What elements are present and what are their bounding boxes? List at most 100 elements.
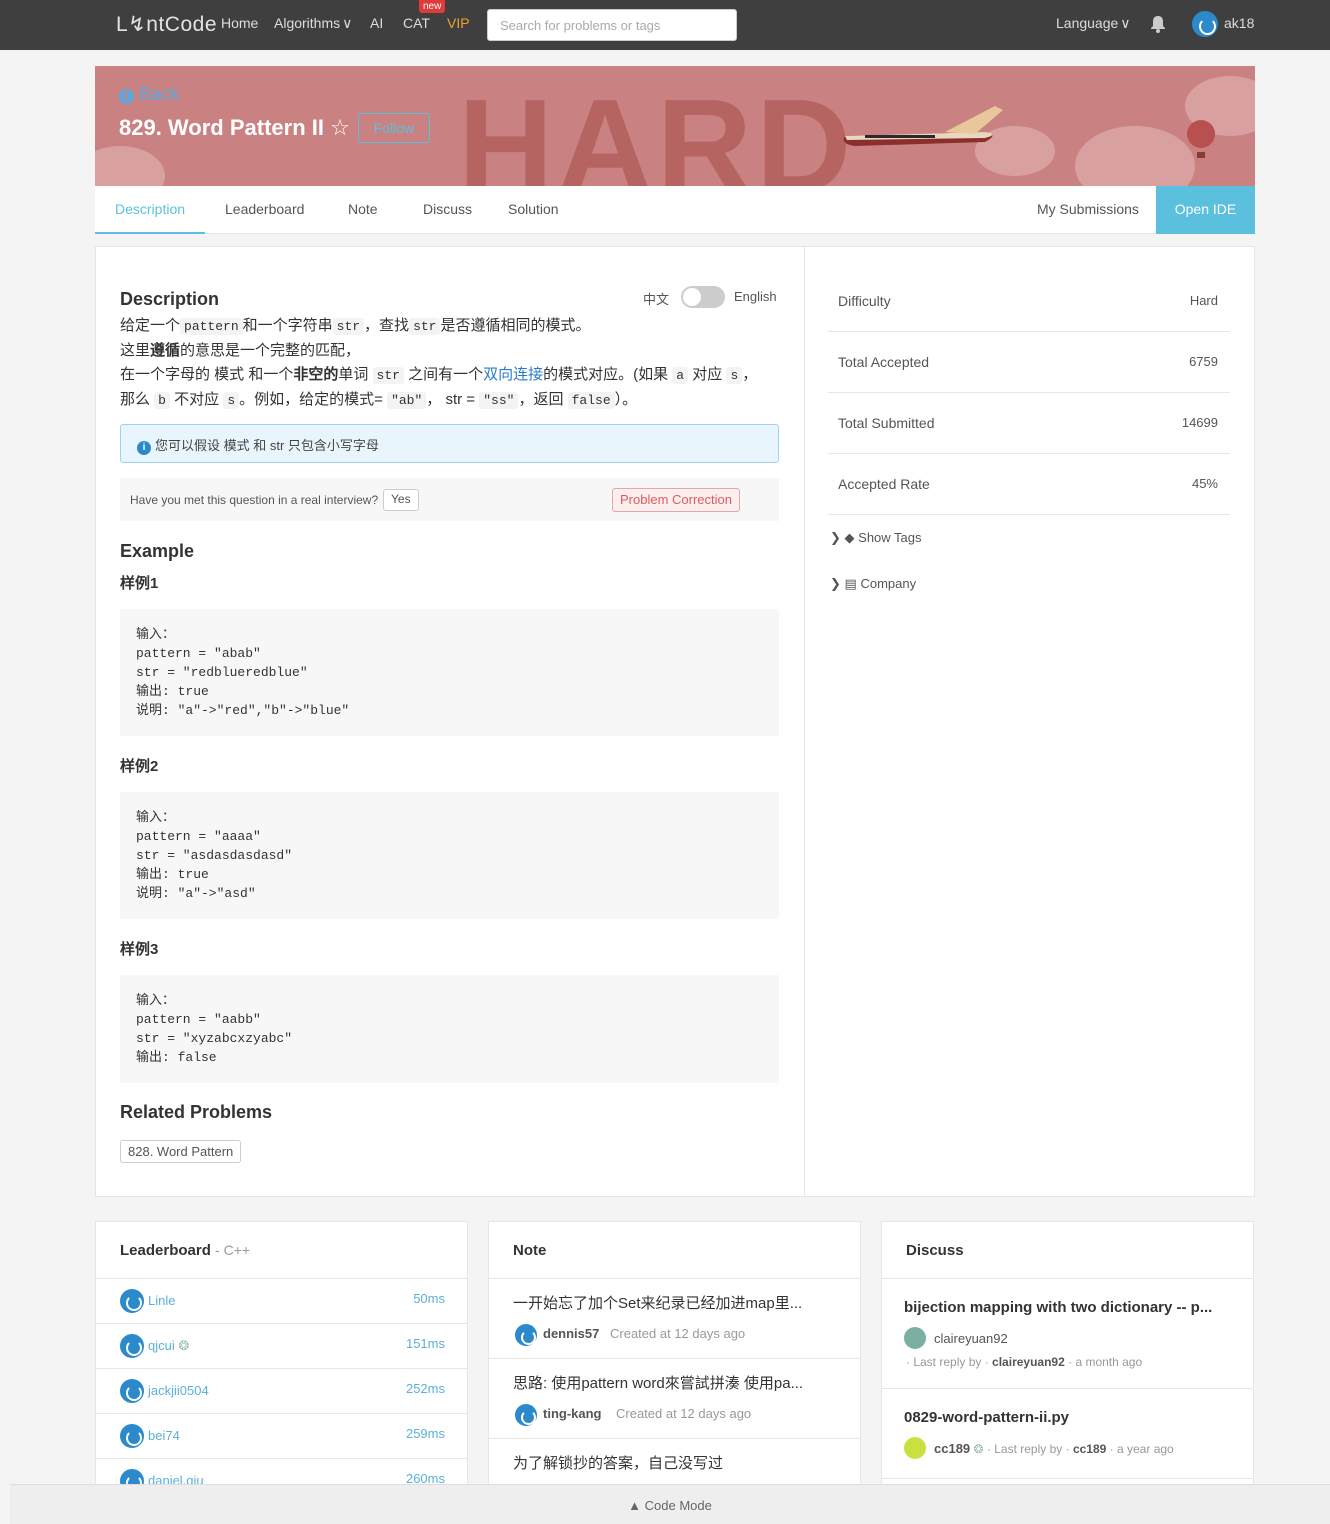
discuss-author[interactable]: claireyuan92 [934,1331,1008,1346]
stat-label: Total Accepted [838,354,930,370]
avatar [515,1324,537,1346]
statement-line-3: 在一个字母的 模式 和一个非空的单词 str 之间有一个双向连接的模式对应。(如… [120,366,758,384]
chevron-up-icon: ▲ [628,1498,642,1513]
leaderboard-user[interactable]: jackjii0504 [148,1383,209,1398]
company-toggle[interactable]: ❯ ▤ Company [830,576,916,592]
note-meta: Created at 12 days ago [616,1406,752,1421]
discuss-ago: · a month ago [1068,1355,1143,1369]
bijection-link[interactable]: 双向连接 [483,366,543,383]
statement-line-1: 给定一个 pattern 和一个字符串 str ，查找 str 是否遵循相同的模式。 [120,317,591,335]
sample-2-title: 样例2 [120,758,159,775]
vip-badge-icon: ❂ [973,1442,984,1456]
leaderboard-header: Leaderboard - C++ [96,1222,467,1279]
bell-icon[interactable] [1150,15,1166,33]
discuss-ago: · a year ago [1109,1442,1174,1456]
discuss-last-user[interactable]: cc189 [1073,1442,1106,1456]
tab-discuss[interactable]: Discuss [423,201,472,217]
sample-3-title: 样例3 [120,941,159,958]
note-title: Note [489,1222,860,1279]
back-link[interactable]: ❮ Back [119,84,179,105]
example-heading: Example [120,541,195,561]
sample-2-code: 输入： pattern = "aaaa" str = "asdasdasdasd… [120,792,779,919]
tab-note[interactable]: Note [348,201,378,217]
open-ide-button[interactable]: Open IDE [1156,186,1255,234]
show-tags-toggle[interactable]: ❯ ◆ Show Tags [830,530,922,546]
leaderboard-user[interactable]: Linle [148,1293,175,1308]
leaderboard-row[interactable]: jackjii0504 252ms [96,1369,467,1414]
stat-label: Accepted Rate [838,476,930,492]
language-toggle[interactable] [681,286,725,308]
interview-bar: Have you met this question in a real int… [120,478,779,521]
avatar [515,1404,537,1426]
tab-description[interactable]: Description [95,186,205,234]
statement-line-4: 那么 b 不对应 s 。例如，给定的模式= "ab"， str = "ss" ，返回… [120,391,638,409]
note-item[interactable]: 思路: 使用pattern word來嘗試拼湊 使用pa... ting-kan… [489,1359,860,1439]
avatar [120,1334,144,1358]
avatar [120,1424,144,1448]
leaderboard-user[interactable]: qjcui ❂ [148,1338,189,1354]
username[interactable]: ak18 [1224,15,1254,31]
note-text: 一开始忘了加个Set来纪录已经加进map里... [513,1295,803,1312]
discuss-item[interactable]: bijection mapping with two dictionary --… [882,1279,1253,1389]
leaderboard-row[interactable]: qjcui ❂ 151ms [96,1324,467,1369]
airplane-illustration [843,106,1003,146]
lintcode-logo[interactable]: L↯ntCode [116,12,217,37]
nav-ai[interactable]: AI [370,15,383,31]
lang-chinese-label: 中文 [643,292,670,307]
sample-1-title: 样例1 [120,575,159,592]
leaderboard-card: Leaderboard - C++ Linle 50ms qjcui ❂ 151ms… [95,1221,468,1511]
code-mode-label: Code Mode [644,1498,712,1513]
discuss-last-user[interactable]: claireyuan92 [992,1355,1065,1369]
user-avatar[interactable] [1192,11,1218,37]
back-arrow-icon: ❮ [119,89,134,104]
nav-vip[interactable]: VIP [447,15,470,31]
nav-cat[interactable]: CAT [403,15,430,31]
nav-home[interactable]: Home [221,15,258,31]
chevron-down-icon: ∨ [342,15,353,31]
leaderboard-row[interactable]: Linle 50ms [96,1279,467,1324]
company-label: Company [860,576,917,591]
stat-total-accepted: Total Accepted 6759 [828,332,1230,393]
tab-leaderboard[interactable]: Leaderboard [225,201,304,217]
language-dropdown[interactable]: Language ∨ [1056,15,1131,32]
chevron-right-icon: ❯ [830,530,841,545]
search-input[interactable]: Search for problems or tags [487,9,737,41]
back-label: Back [139,84,180,104]
my-submissions-link[interactable]: My Submissions [1037,201,1139,217]
cloud-decoration [95,146,165,186]
discuss-topic-title[interactable]: bijection mapping with two dictionary --… [904,1299,1212,1316]
stat-label: Difficulty [838,293,891,309]
interview-yes-button[interactable]: Yes [383,489,419,511]
related-problem-tag[interactable]: 828. Word Pattern [120,1140,242,1163]
leaderboard-language: - C++ [215,1242,251,1258]
follow-button[interactable]: Follow [358,113,430,143]
code-mode-bar[interactable]: ▲ Code Mode [10,1484,1330,1524]
avatar [904,1327,926,1349]
discuss-last-reply-label: · Last reply by · [906,1355,989,1369]
nav-algorithms[interactable]: Algorithms ∨ [274,15,352,32]
discuss-author[interactable]: cc189 [934,1441,970,1456]
leaderboard-row[interactable]: bei74 259ms [96,1414,467,1459]
vip-badge-icon: ❂ [178,1338,190,1353]
stat-value: 14699 [1181,415,1218,430]
tab-solution[interactable]: Solution [508,201,559,217]
note-item[interactable]: 一开始忘了加个Set来纪录已经加进map里... dennis57 Create… [489,1279,860,1359]
tag-icon: ◆ [844,530,855,545]
problem-correction-button[interactable]: Problem Correction [612,488,740,512]
note-author[interactable]: dennis57 [543,1326,599,1341]
leaderboard-time: 259ms [405,1426,445,1441]
discuss-item[interactable]: 0829-word-pattern-ii.py cc189 ❂ · Last r… [882,1389,1253,1479]
tab-description-label: Description [115,201,186,217]
note-meta: Created at 12 days ago [610,1326,746,1341]
star-icon[interactable]: ☆ [330,115,350,140]
discuss-topic-title[interactable]: 0829-word-pattern-ii.py [904,1409,1069,1426]
leaderboard-title: Leaderboard [120,1242,211,1259]
lang-english-label: English [734,289,777,304]
leaderboard-time: 50ms [413,1291,445,1306]
problem-title: 829. Word Pattern II ☆ [119,115,350,141]
note-author[interactable]: ting-kang [543,1406,602,1421]
info-tip-text: 您可以假设 模式 和 str 只包含小写字母 [155,438,379,453]
avatar [120,1289,144,1313]
new-badge: new [419,0,446,13]
leaderboard-user[interactable]: bei74 [148,1428,180,1443]
